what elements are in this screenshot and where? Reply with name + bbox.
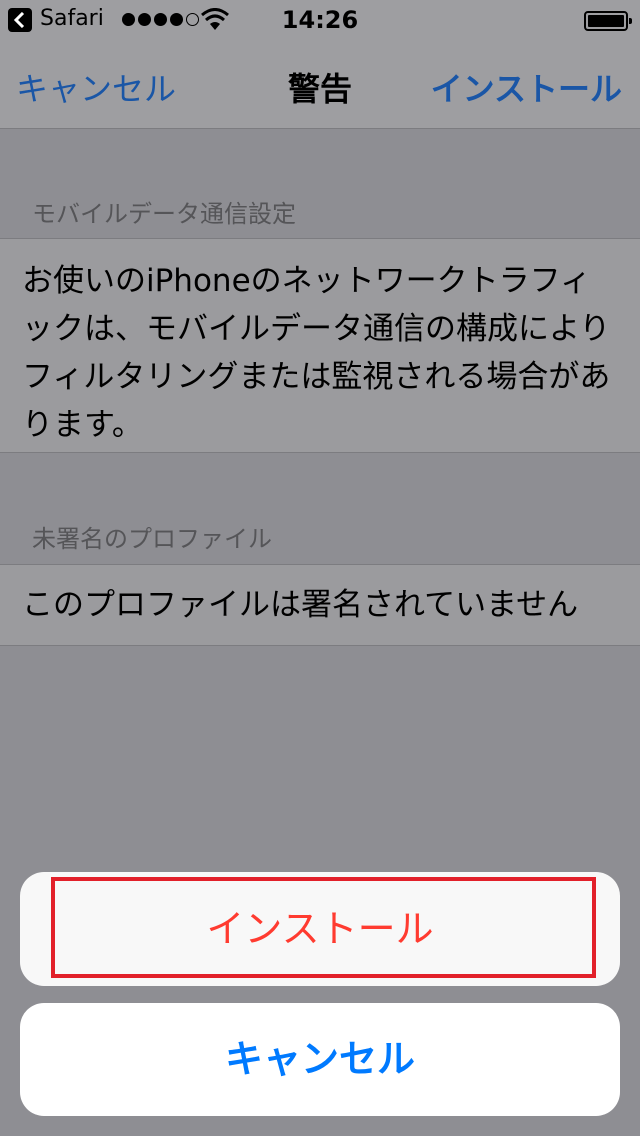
status-bar: Safari 14:26 [0,0,640,40]
section-header-unsigned-profile: 未署名のプロファイル [32,525,272,553]
mobile-data-warning-cell: お使いのiPhoneのネットワークトラフィックは、モバイルデータ通信の構成により… [0,238,640,453]
action-cancel-button[interactable]: キャンセル [20,1003,620,1116]
mobile-data-warning-text: お使いのiPhoneのネットワークトラフィックは、モバイルデータ通信の構成により… [22,263,611,443]
unsigned-profile-text: このプロファイルは署名されていません [22,587,579,623]
section-header-mobile-data: モバイルデータ通信設定 [32,200,296,228]
unsigned-profile-cell: このプロファイルは署名されていません [0,564,640,646]
battery-icon [584,11,632,31]
navigation-bar: キャンセル 警告 インストール [0,40,640,129]
clock: 14:26 [281,6,359,34]
install-highlight-box [51,877,596,978]
nav-install-button[interactable]: インストール [431,64,622,110]
action-sheet-cancel-group: キャンセル [20,1003,620,1116]
action-sheet-install-group: インストール [20,872,620,986]
